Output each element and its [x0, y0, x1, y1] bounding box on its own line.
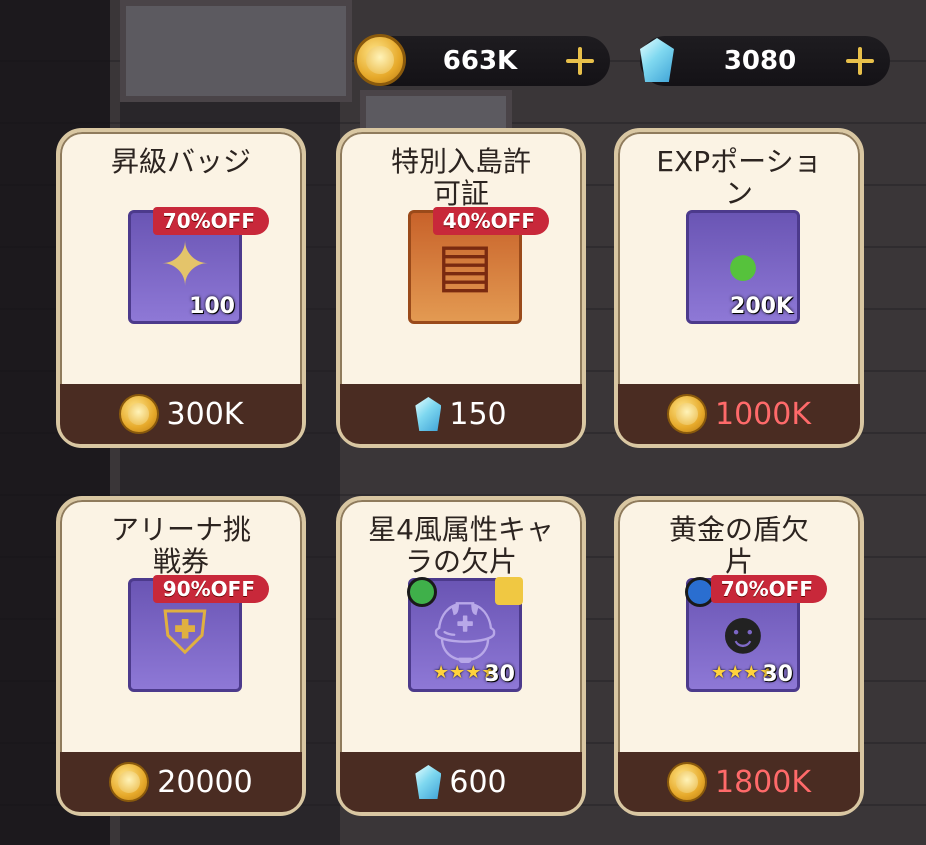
badge-icon: ✦ [159, 230, 211, 298]
gold-currency-bar: 663K [354, 34, 610, 86]
gold-coin-icon [666, 394, 707, 434]
buy-button[interactable]: 20000 [60, 752, 302, 812]
shop-item-card[interactable]: アリーナ挑戦券 ⛨ 90%OFF 20000 [56, 496, 306, 816]
item-name-text: アリーナ挑戦券 [110, 513, 251, 578]
gold-amount: 663K [442, 46, 518, 76]
discount-badge: 90%OFF [152, 575, 269, 603]
shop-item-card[interactable]: 昇級バッジ ✦ 70%OFF 100 300K [56, 128, 306, 448]
character-portrait-icon: ☻ [711, 598, 775, 666]
item-icon-frame: ▤ 40%OFF [408, 207, 549, 324]
item-name: EXPポーション [628, 146, 850, 210]
item-name: 特別入島許可証 [350, 146, 572, 210]
price-amount: 20000 [157, 764, 253, 800]
item-name-text: EXPポーション [656, 145, 822, 210]
item-icon-frame: ✦ 70%OFF 100 [128, 207, 269, 324]
item-name: 黄金の盾欠片 [628, 514, 850, 578]
knight-helmet-icon: ⛑ [426, 598, 504, 666]
gold-coin-icon [109, 762, 150, 802]
add-gem-button[interactable] [840, 41, 880, 81]
price-amount: 150 [449, 396, 507, 432]
gem-amount: 3080 [723, 46, 797, 76]
add-gold-button[interactable] [560, 41, 600, 81]
item-icon-frame: ⛑ ★★★★ 30 [407, 577, 523, 692]
gem-currency-bar: 3080 [640, 36, 890, 86]
buy-button[interactable]: 600 [340, 752, 582, 812]
buy-button[interactable]: 300K [60, 384, 302, 444]
shop-item-card[interactable]: EXPポーション ● 200K 1000K [614, 128, 864, 448]
gold-coin-icon [666, 762, 707, 802]
item-icon-frame: ⛨ 90%OFF [128, 575, 269, 692]
diamond-gem-icon [415, 397, 442, 431]
diamond-gem-icon [415, 765, 442, 799]
item-name: アリーナ挑戦券 [70, 514, 292, 578]
shop-item-card[interactable]: 特別入島許可証 ▤ 40%OFF 150 [336, 128, 586, 448]
price-amount: 300K [166, 396, 244, 432]
price-amount: 1000K [714, 396, 812, 432]
buy-button[interactable]: 1000K [618, 384, 860, 444]
item-name: 星4風属性キャラの欠片 [350, 514, 572, 578]
shop-item-card[interactable]: 黄金の盾欠片 ☻ 70%OFF ★★★★ 30 1800K [614, 496, 864, 816]
discount-badge: 70%OFF [710, 575, 827, 603]
shop-item-card[interactable]: 星4風属性キャラの欠片 ⛑ ★★★★ 30 600 [336, 496, 586, 816]
item-quantity: 100 [189, 294, 235, 319]
diamond-gem-icon [640, 38, 674, 82]
gold-coin-icon [118, 394, 159, 434]
price-amount: 1800K [714, 764, 812, 800]
discount-badge: 70%OFF [152, 207, 269, 235]
gold-coin-icon [354, 34, 406, 86]
arena-ticket-icon: ⛨ [162, 598, 208, 666]
item-quantity: 30 [484, 662, 515, 687]
background-window [120, 0, 352, 102]
item-name-text: 特別入島許可証 [390, 145, 531, 210]
island-pass-icon: ▤ [436, 230, 494, 298]
price-amount: 600 [449, 764, 507, 800]
buy-button[interactable]: 1800K [618, 752, 860, 812]
item-icon-frame: ☻ 70%OFF ★★★★ 30 [685, 575, 827, 692]
item-name-text: 星4風属性キャラの欠片 [368, 513, 554, 578]
item-quantity: 30 [762, 662, 793, 687]
item-name-text: 黄金の盾欠片 [668, 513, 809, 578]
exp-potion-icon: ● [724, 230, 762, 298]
item-quantity: 200K [730, 294, 793, 319]
discount-badge: 40%OFF [432, 207, 549, 235]
buy-button[interactable]: 150 [340, 384, 582, 444]
item-name: 昇級バッジ [110, 145, 251, 178]
item-icon-frame: ● 200K [686, 210, 800, 324]
